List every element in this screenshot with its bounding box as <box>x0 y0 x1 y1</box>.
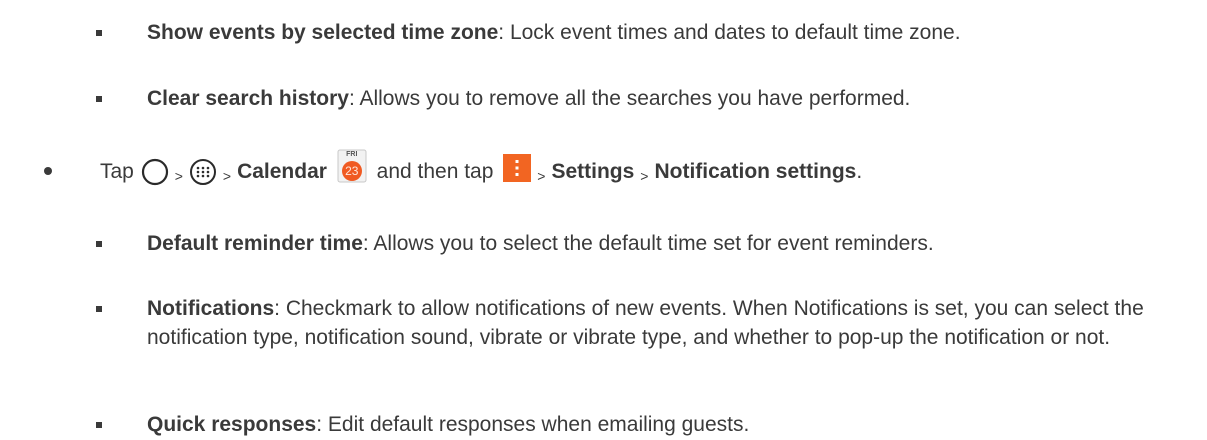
bullet-dot <box>44 167 52 175</box>
notification-settings-label: Notification settings <box>654 160 857 183</box>
bullet-square <box>96 306 102 312</box>
bullet-square <box>96 241 102 247</box>
settings-label: Settings <box>551 160 635 183</box>
period: . <box>856 160 863 183</box>
menu-icon-dots <box>515 160 519 177</box>
bullet-square <box>96 422 102 428</box>
item-desc: : Allows you to remove all the searches … <box>348 87 911 110</box>
bullet-square <box>96 30 102 36</box>
calendar-icon-day: FRI <box>346 151 358 159</box>
item-term: Show events by selected time zone <box>147 21 499 44</box>
home-icon <box>141 159 168 186</box>
calendar-label: Calendar <box>237 160 327 183</box>
item-term: Default reminder time <box>147 232 363 255</box>
calendar-app-icon: FRI 23 <box>337 149 367 183</box>
list-item: Notifications: Checkmark to allow notifi… <box>147 294 1187 352</box>
and-then-tap-text: and then tap <box>376 160 494 183</box>
bullet-square <box>96 96 102 102</box>
menu-icon <box>503 154 532 183</box>
tap-label: Tap <box>100 160 134 183</box>
apps-icon <box>189 159 216 186</box>
separator: > <box>640 168 649 185</box>
tap-instruction: Tap > > Calendar FRI 23 and then tap > Set… <box>100 149 863 192</box>
item-desc: : Edit default responses when emailing g… <box>316 413 750 436</box>
list-item: Show events by selected time zone: Lock … <box>147 18 961 48</box>
calendar-icon-date: 23 <box>345 164 359 179</box>
separator: > <box>537 168 546 185</box>
list-item: Clear search history: Allows you to remo… <box>147 84 910 114</box>
item-term: Clear search history <box>147 87 349 110</box>
separator: > <box>222 168 232 185</box>
item-desc: : Lock event times and dates to default … <box>498 21 961 44</box>
item-term: Notifications <box>147 297 275 320</box>
list-item: Default reminder time: Allows you to sel… <box>147 229 934 259</box>
list-item: Quick responses: Edit default responses … <box>147 410 749 440</box>
item-desc: : Allows you to select the default time … <box>362 232 934 255</box>
item-desc: : Checkmark to allow notifications of ne… <box>147 297 1144 349</box>
item-term: Quick responses <box>147 413 317 436</box>
document-page: Show events by selected time zone: Lock … <box>0 0 1207 436</box>
separator: > <box>174 168 183 185</box>
